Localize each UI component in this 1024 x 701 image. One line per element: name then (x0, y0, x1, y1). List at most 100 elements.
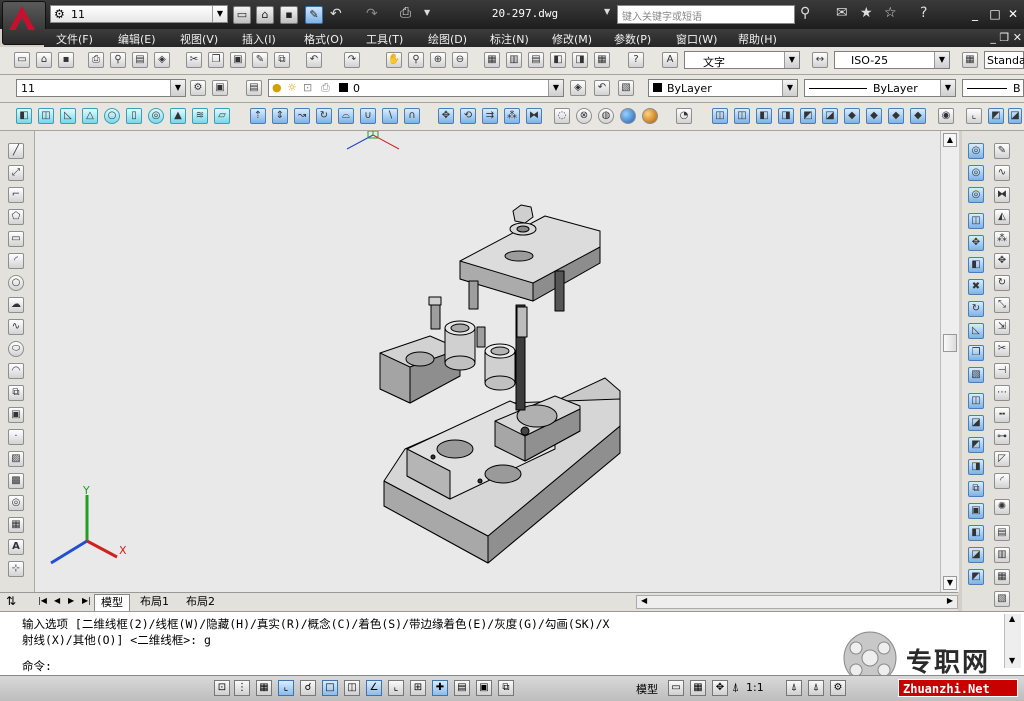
sphere-icon[interactable]: ○ (104, 108, 120, 124)
view-left-icon[interactable]: ◧ (756, 108, 772, 124)
solid-subtract-icon[interactable]: ◎ (968, 165, 984, 181)
conceptual-icon[interactable] (642, 108, 658, 124)
2d-wireframe-icon[interactable]: ◌ (554, 108, 570, 124)
markup-icon[interactable]: ◨ (572, 52, 588, 68)
3d-align-icon[interactable]: ⇉ (482, 108, 498, 124)
pan-button[interactable]: ✥ (712, 680, 728, 696)
loft-icon[interactable]: ⌓ (338, 108, 354, 124)
stretch-icon[interactable]: ⇲ (994, 319, 1010, 335)
cone-icon[interactable]: △ (82, 108, 98, 124)
insert-block-icon[interactable]: ⧉ (8, 385, 24, 401)
zoom-previous-icon[interactable]: ⊖ (452, 52, 468, 68)
view-se-iso-icon[interactable]: ◆ (866, 108, 882, 124)
scroll-down-button[interactable]: ▼ (943, 576, 957, 590)
menu-file[interactable]: 文件(F) (56, 31, 93, 47)
view-nw-iso-icon[interactable]: ◆ (910, 108, 926, 124)
annotation-scale-value[interactable]: 1:1 (746, 681, 764, 694)
gradient-icon[interactable]: ▩ (8, 473, 24, 489)
circle-icon[interactable]: ○ (8, 275, 24, 291)
join-icon[interactable]: ⊶ (994, 429, 1010, 445)
block-editor-icon[interactable]: ⧉ (274, 52, 290, 68)
dynamic-input-toggle[interactable]: ⊞ (410, 680, 426, 696)
menu-parametric[interactable]: 参数(P) (614, 31, 651, 47)
prev-tab-button[interactable]: ◀ (54, 596, 60, 605)
menu-edit[interactable]: 编辑(E) (118, 31, 156, 47)
tab-layout1[interactable]: 布局1 (134, 594, 175, 610)
save-icon[interactable]: ▪ (58, 52, 74, 68)
scroll-thumb[interactable] (943, 334, 957, 352)
selection-cycling-toggle[interactable]: ⧉ (498, 680, 514, 696)
ucs-object-icon[interactable]: ◪ (1008, 108, 1022, 124)
annotation-scale-icon[interactable]: ⍋ (732, 680, 739, 695)
multiline-text-icon[interactable]: A (8, 539, 24, 555)
minimize-button[interactable]: _ (966, 6, 984, 22)
zoom-window-icon[interactable]: ⊕ (430, 52, 446, 68)
layer-previous-icon[interactable]: ↶ (594, 80, 610, 96)
menu-tools[interactable]: 工具(T) (366, 31, 403, 47)
quick-view-layouts-button[interactable]: ▭ (668, 680, 684, 696)
menu-window[interactable]: 窗口(W) (676, 31, 717, 47)
redo-icon[interactable]: ↷ (344, 52, 360, 68)
my-workspace-icon[interactable]: ▣ (212, 80, 228, 96)
helix-icon[interactable]: ≋ (192, 108, 208, 124)
draworder-under-icon[interactable]: ▧ (994, 591, 1010, 607)
extrude-icon[interactable]: ⇡ (250, 108, 266, 124)
star-icon[interactable]: ☆ (884, 5, 897, 21)
copy-object-icon[interactable]: ∿ (994, 165, 1010, 181)
layer-properties-icon[interactable]: ▤ (246, 80, 262, 96)
layer-state-icon[interactable]: ▧ (618, 80, 634, 96)
scroll-right-button[interactable]: ▶ (947, 596, 953, 605)
menu-view[interactable]: 视图(V) (180, 31, 218, 47)
tab-model[interactable]: 模型 (94, 594, 130, 611)
copy-edges-icon[interactable]: ◫ (968, 393, 984, 409)
tab-layout2[interactable]: 布局2 (180, 594, 221, 610)
auto-scale-button[interactable]: ⍋ (808, 680, 824, 696)
design-center-icon[interactable]: ▥ (506, 52, 522, 68)
application-menu-button[interactable] (2, 1, 46, 45)
copy-faces-icon[interactable]: ❐ (968, 345, 984, 361)
binoculars-icon[interactable]: ⚲ (800, 5, 810, 21)
copy-icon[interactable]: ❐ (208, 52, 224, 68)
quick-view-drawings-button[interactable]: ▦ (690, 680, 706, 696)
slice-icon[interactable]: ◪ (968, 547, 984, 563)
presspull-icon[interactable]: ⇕ (272, 108, 288, 124)
pyramid-icon[interactable]: ▲ (170, 108, 186, 124)
spline-icon[interactable]: ∿ (8, 319, 24, 335)
quick-properties-toggle[interactable]: ▣ (476, 680, 492, 696)
dimension-style-select[interactable]: ISO-25 ▼ (834, 51, 950, 69)
menu-draw[interactable]: 绘图(D) (428, 31, 467, 47)
plot-icon[interactable]: ⎙ (88, 52, 104, 68)
dimension-style-icon[interactable]: ↔ (812, 52, 828, 68)
menu-modify[interactable]: 修改(M) (552, 31, 592, 47)
infer-constraints-toggle[interactable]: ⊡ (214, 680, 230, 696)
object-snap-toggle[interactable]: □ (322, 680, 338, 696)
sheet-set-icon[interactable]: ◧ (550, 52, 566, 68)
realistic-icon[interactable] (620, 108, 636, 124)
open-file-button[interactable]: ⌂ (256, 6, 274, 24)
menu-help[interactable]: 帮助(H) (738, 31, 777, 47)
match-properties-icon[interactable]: ✎ (252, 52, 268, 68)
color-control-select[interactable]: ByLayer ▼ (648, 79, 798, 97)
box-icon[interactable]: ◫ (38, 108, 54, 124)
snap-mode-toggle[interactable]: ⋮ (234, 680, 250, 696)
save-button[interactable]: ▪ (280, 6, 298, 24)
workspace-dropdown[interactable]: ⚙ 11 ▼ (50, 5, 228, 23)
ellipse-icon[interactable]: ⬭ (8, 341, 24, 357)
3d-object-snap-toggle[interactable]: ◫ (344, 680, 360, 696)
object-snap-tracking-toggle[interactable]: ∠ (366, 680, 382, 696)
camera-icon[interactable]: ◉ (938, 108, 954, 124)
scroll-down-button[interactable]: ▼ (1009, 656, 1015, 665)
zoom-realtime-icon[interactable]: ⚲ (408, 52, 424, 68)
ucs-icon[interactable]: ⌞ (966, 108, 982, 124)
help-search-input[interactable]: 键入关键字或短语 (617, 5, 795, 24)
hidden-icon[interactable]: ◍ (598, 108, 614, 124)
drawing-canvas[interactable]: Y X (35, 131, 940, 592)
line-icon[interactable]: ╱ (8, 143, 24, 159)
move-faces-icon[interactable]: ✥ (968, 235, 984, 251)
solid-union-icon[interactable]: ◎ (968, 143, 984, 159)
planar-surface-icon[interactable]: ▱ (214, 108, 230, 124)
3d-mirror-icon[interactable]: ⧓ (526, 108, 542, 124)
extrude-faces-icon[interactable]: ◫ (968, 213, 984, 229)
torus-icon[interactable]: ◎ (148, 108, 164, 124)
quick-access-dropdown-icon[interactable]: ▼ (424, 8, 430, 17)
